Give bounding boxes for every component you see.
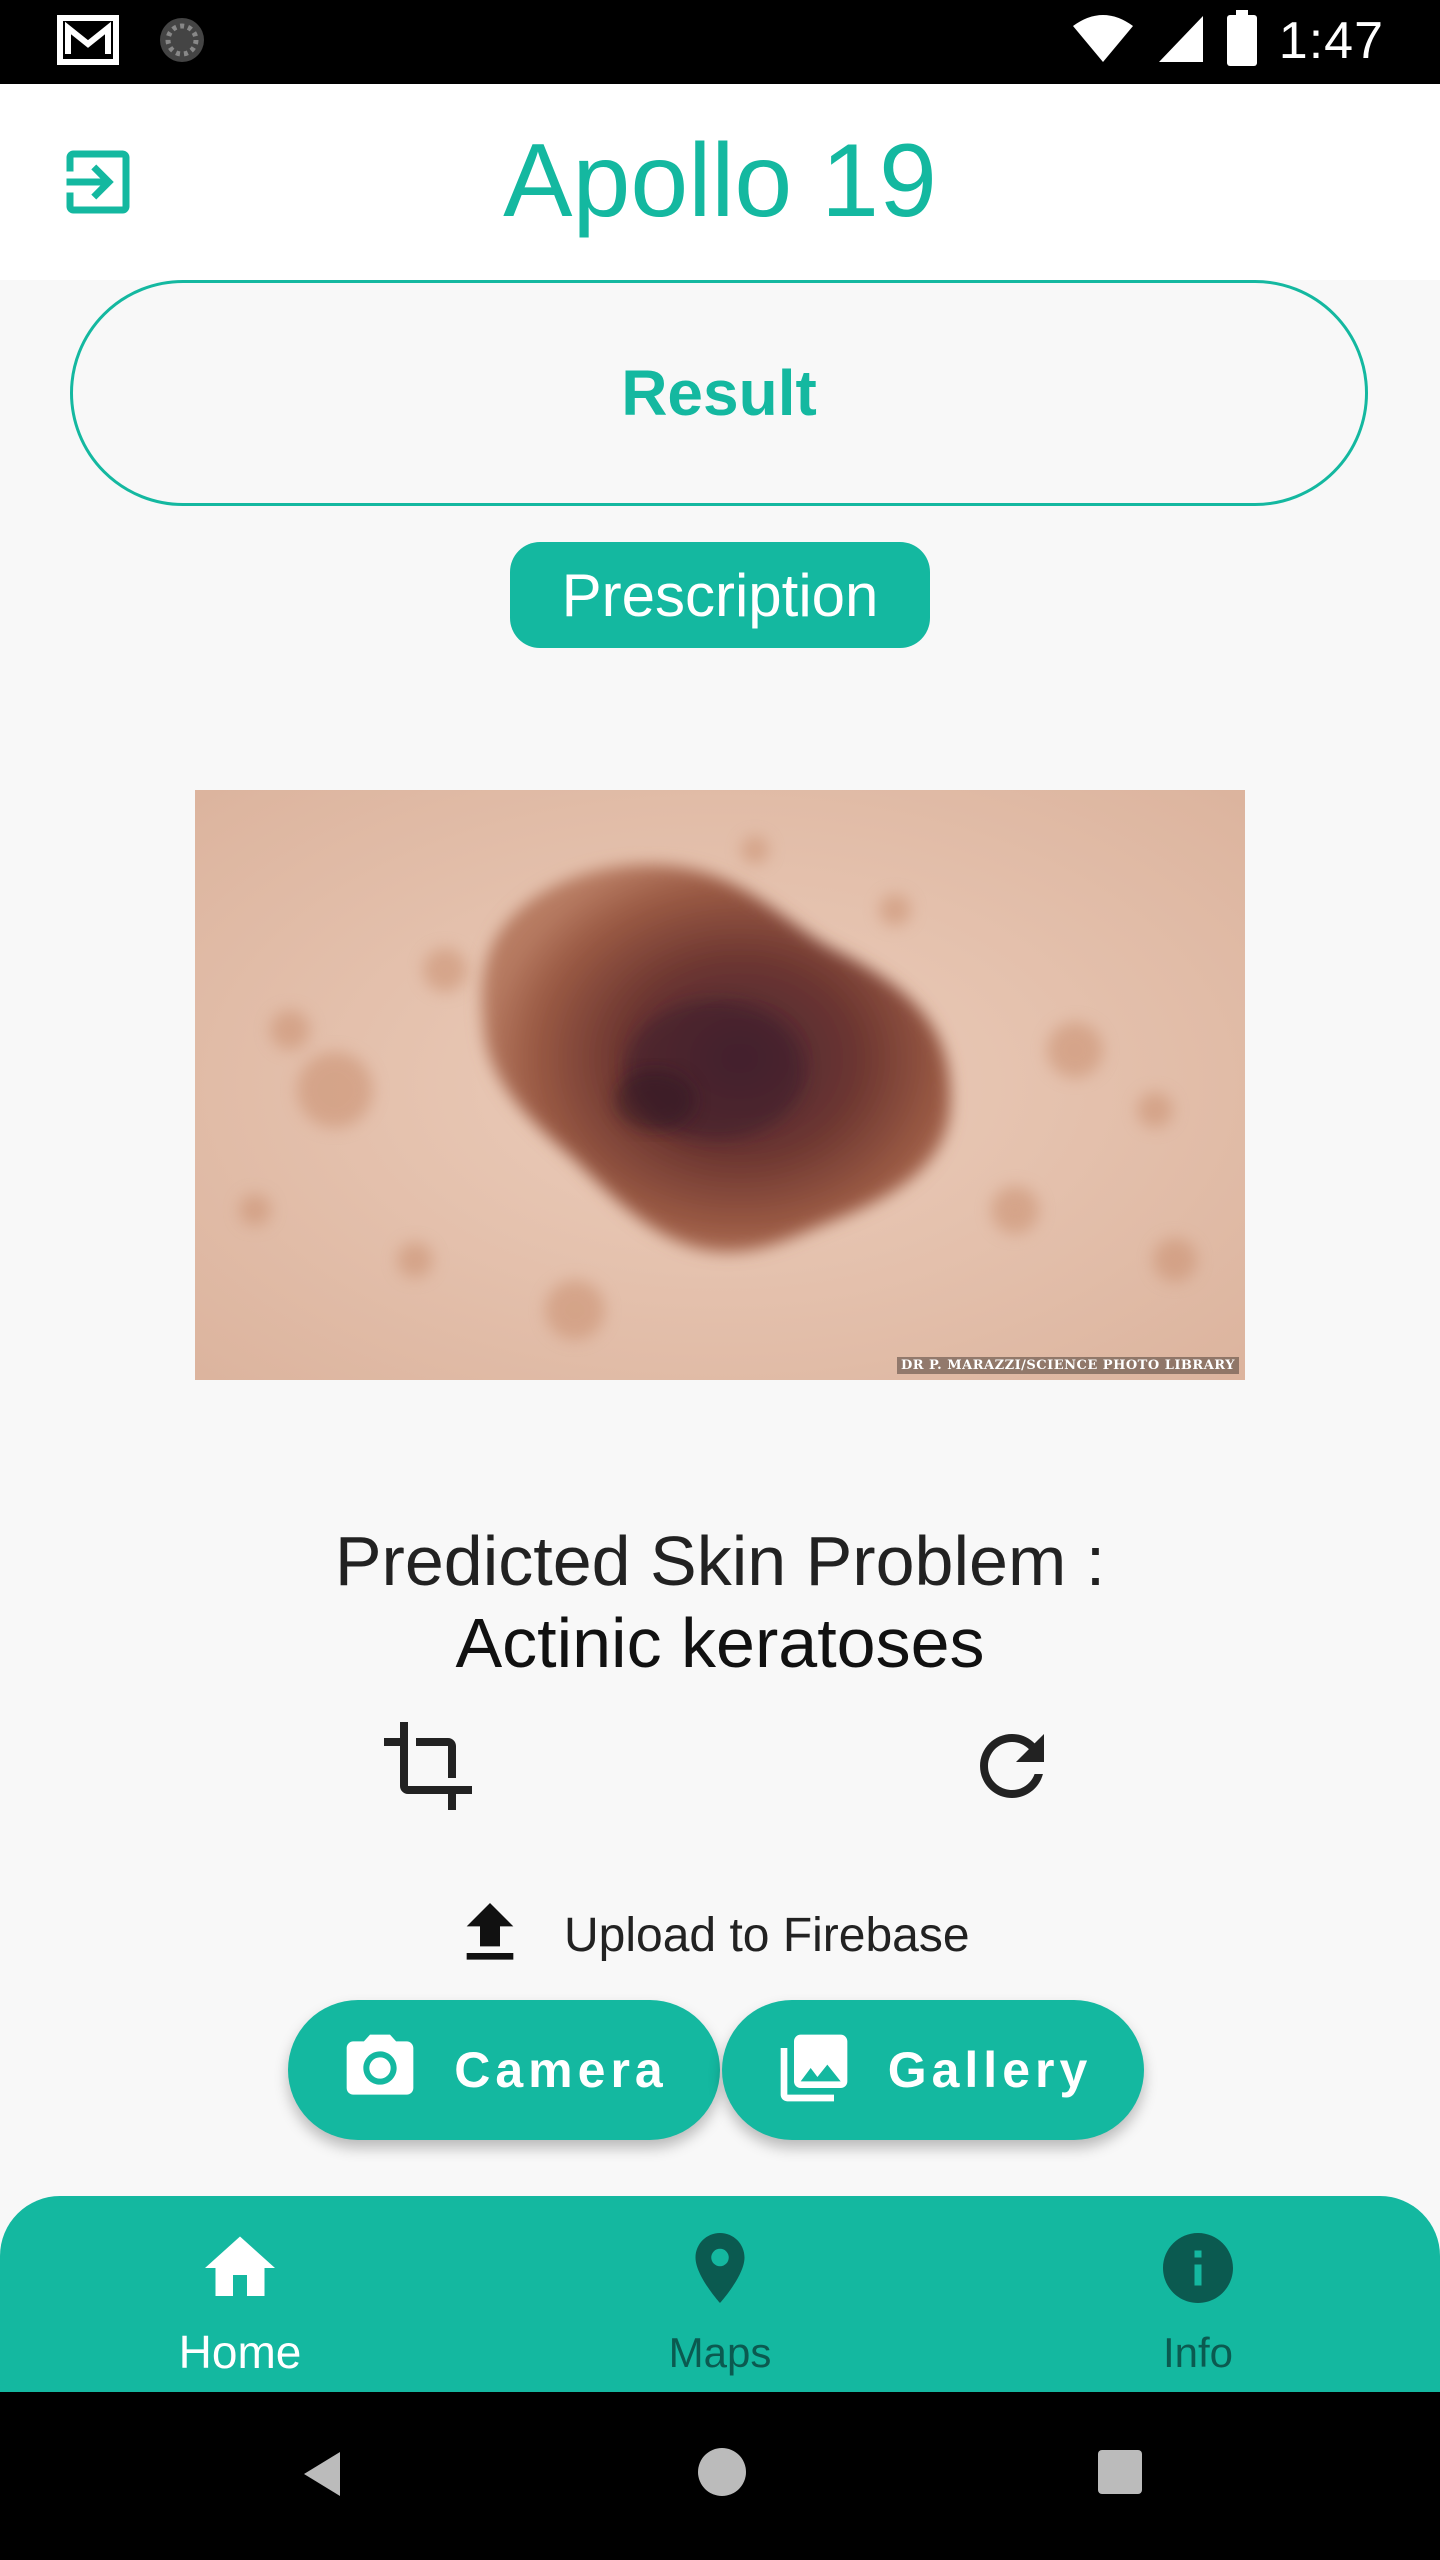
camera-label: Camera — [454, 2042, 668, 2098]
photo-credit: DR P. MARAZZI/SCIENCE PHOTO LIBRARY — [896, 1357, 1239, 1374]
gallery-button[interactable]: Gallery — [722, 2000, 1144, 2140]
recents-icon[interactable] — [1096, 2448, 1144, 2501]
rotate-icon[interactable] — [964, 1718, 1060, 1814]
crop-icon[interactable] — [380, 1718, 476, 1814]
upload-icon — [450, 1893, 530, 1978]
signal-icon — [1157, 12, 1205, 69]
prediction-text: Predicted Skin Problem : Actinic keratos… — [0, 1520, 1440, 1684]
back-icon[interactable] — [296, 2446, 348, 2507]
gallery-label: Gallery — [887, 2042, 1093, 2098]
nav-item-home[interactable]: Home — [90, 2226, 390, 2378]
camera-icon — [340, 2028, 420, 2113]
prescription-button[interactable]: Prescription — [510, 542, 930, 648]
status-clock: 1:47 — [1278, 11, 1384, 70]
battery-icon — [1226, 10, 1257, 71]
result-button[interactable]: Result — [70, 280, 1368, 506]
skin-lesion-photo: DR P. MARAZZI/SCIENCE PHOTO LIBRARY — [195, 790, 1245, 1380]
status-bar: 1:47 — [0, 0, 1440, 84]
nav-label-home: Home — [178, 2326, 302, 2378]
prescription-label: Prescription — [561, 561, 879, 629]
home-icon — [198, 2226, 282, 2315]
app-bar: Apollo 19 — [0, 84, 1440, 280]
app-title: Apollo 19 — [503, 123, 937, 239]
gmail-icon — [56, 14, 120, 71]
upload-to-firebase-button[interactable]: Upload to Firebase — [450, 1890, 970, 1980]
nav-label-info: Info — [1162, 2329, 1234, 2376]
wifi-icon — [1071, 12, 1135, 69]
photo-library-icon — [774, 2028, 854, 2113]
upload-label: Upload to Firebase — [564, 1908, 970, 1962]
prediction-value: Actinic keratoses — [455, 1604, 985, 1682]
map-pin-icon — [678, 2226, 762, 2315]
camera-button[interactable]: Camera — [288, 2000, 720, 2140]
prediction-heading: Predicted Skin Problem : — [334, 1522, 1106, 1600]
bottom-navigation: Home Maps Info — [0, 2196, 1440, 2392]
system-home-icon[interactable] — [696, 2446, 748, 2503]
result-label: Result — [621, 357, 817, 429]
nav-item-info[interactable]: Info — [1048, 2226, 1348, 2376]
system-navigation-bar — [0, 2392, 1440, 2560]
nav-item-maps[interactable]: Maps — [570, 2226, 870, 2376]
info-icon — [1156, 2226, 1240, 2315]
sync-icon — [156, 14, 208, 71]
nav-label-maps: Maps — [668, 2329, 772, 2376]
